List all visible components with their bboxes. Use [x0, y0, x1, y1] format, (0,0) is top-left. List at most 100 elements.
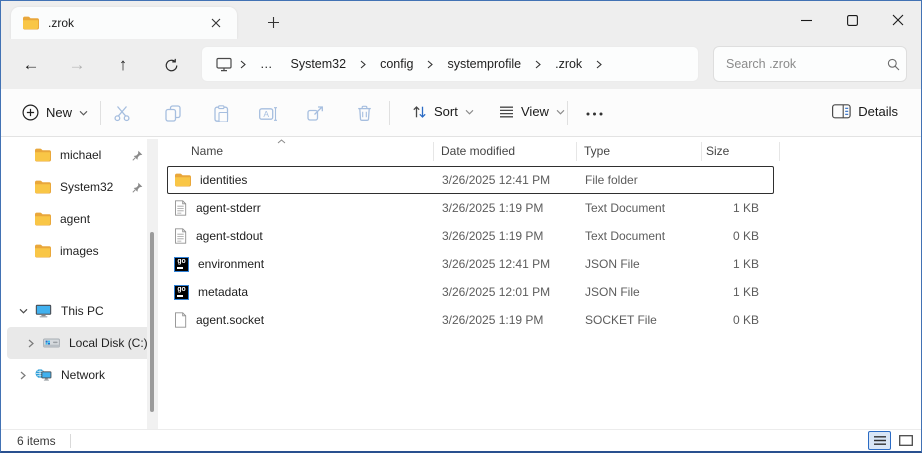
breadcrumb-item-zrok[interactable]: .zrok	[548, 54, 589, 74]
sidebar-item-label: images	[60, 244, 157, 258]
copy-icon[interactable]	[162, 103, 184, 124]
sidebar-item-michael[interactable]: michael	[7, 139, 157, 171]
up-icon[interactable]: ↑	[107, 52, 139, 78]
minimize-icon[interactable]	[783, 1, 829, 39]
sidebar-item-this-pc[interactable]: This PC	[7, 295, 157, 327]
file-type: JSON File	[577, 257, 702, 271]
column-divider[interactable]	[779, 142, 780, 161]
close-icon[interactable]	[875, 1, 921, 39]
new-tab-icon[interactable]	[259, 9, 287, 35]
sidebar-item-system32[interactable]: System32	[7, 171, 157, 203]
sidebar-scrollbar-track[interactable]	[147, 139, 158, 429]
explorer-body: michael System32 agent images	[1, 138, 921, 430]
breadcrumb-item-config[interactable]: config	[373, 54, 420, 74]
search-input[interactable]	[726, 57, 887, 71]
new-button-label: New	[46, 105, 72, 120]
breadcrumb-item-systemprofile[interactable]: systemprofile	[440, 54, 528, 74]
tab-close-icon[interactable]	[205, 12, 227, 34]
folder-icon	[174, 173, 191, 187]
pin-icon	[132, 182, 143, 193]
sort-ascending-indicator	[277, 139, 286, 144]
column-header-type[interactable]: Type	[584, 144, 610, 158]
file-name: agent.socket	[196, 313, 264, 327]
file-date-modified: 3/26/2025 1:19 PM	[434, 313, 577, 327]
breadcrumb-item-system32[interactable]: System32	[284, 54, 354, 74]
sidebar-item-label: michael	[60, 148, 132, 162]
cut-icon[interactable]	[111, 103, 133, 124]
search-icon[interactable]	[887, 58, 900, 71]
navigation-bar: ← → ↑ … System32 config systemprofile .z…	[1, 39, 921, 89]
network-icon	[35, 368, 52, 382]
file-row-agent-socket[interactable]: agent.socket 3/26/2025 1:19 PM SOCKET Fi…	[167, 306, 774, 334]
forward-icon[interactable]: →	[61, 52, 93, 78]
file-type: Text Document	[577, 201, 702, 215]
toolbar-divider	[100, 101, 101, 125]
large-icons-view-icon[interactable]	[894, 431, 917, 450]
explorer-tab[interactable]: .zrok	[11, 7, 237, 39]
this-pc-icon[interactable]	[216, 57, 233, 72]
chevron-down-icon	[465, 109, 474, 115]
chevron-down-icon[interactable]	[15, 308, 31, 314]
chevron-right-icon[interactable]	[23, 339, 39, 348]
column-divider[interactable]	[433, 142, 434, 161]
breadcrumb-collapsed[interactable]: …	[253, 54, 280, 74]
sidebar-item-agent[interactable]: agent	[7, 203, 157, 235]
toolbar-divider	[389, 101, 390, 125]
sidebar-scrollbar-thumb[interactable]	[150, 232, 154, 412]
sidebar-item-network[interactable]: Network	[7, 359, 157, 391]
file-explorer-window: .zrok ← → ↑	[0, 0, 922, 453]
sidebar-item-label: System32	[60, 180, 132, 194]
column-divider[interactable]	[701, 142, 702, 161]
breadcrumb-chevron-icon	[237, 60, 249, 69]
folder-icon	[22, 16, 39, 30]
refresh-icon[interactable]	[155, 52, 187, 78]
more-icon[interactable]	[579, 103, 609, 124]
view-button[interactable]: View	[490, 98, 574, 125]
go-badge-text: go	[177, 259, 185, 266]
file-size: 0 KB	[702, 313, 767, 327]
sort-button[interactable]: Sort	[403, 98, 483, 125]
details-view-icon[interactable]	[868, 431, 891, 450]
toolbar-divider	[567, 101, 568, 125]
column-header-name[interactable]: Name	[191, 144, 223, 158]
go-badge-cursor	[177, 295, 183, 297]
rename-icon[interactable]: A	[257, 103, 279, 124]
maximize-icon[interactable]	[829, 1, 875, 39]
file-row-agent-stdout[interactable]: agent-stdout 3/26/2025 1:19 PM Text Docu…	[167, 222, 774, 250]
column-header-size[interactable]: Size	[706, 144, 729, 158]
file-row-agent-stderr[interactable]: agent-stderr 3/26/2025 1:19 PM Text Docu…	[167, 194, 774, 222]
file-size: 1 KB	[702, 201, 767, 215]
file-row-environment[interactable]: go environment 3/26/2025 12:41 PM JSON F…	[167, 250, 774, 278]
go-badge-cursor	[177, 267, 183, 269]
breadcrumb-chevron-icon	[532, 60, 544, 69]
text-document-icon	[174, 200, 187, 216]
chevron-down-icon	[79, 110, 88, 116]
delete-icon[interactable]	[353, 103, 375, 124]
sidebar-item-local-disk-c[interactable]: Local Disk (C:)	[7, 327, 157, 359]
folder-icon	[34, 244, 51, 258]
back-icon[interactable]: ←	[15, 52, 47, 78]
details-pane-label: Details	[858, 104, 898, 119]
go-json-icon: go	[174, 257, 189, 272]
file-row-identities[interactable]: identities 3/26/2025 12:41 PM File folde…	[167, 166, 774, 194]
paste-icon[interactable]	[210, 103, 232, 124]
column-divider[interactable]	[576, 142, 577, 161]
view-button-label: View	[521, 104, 549, 119]
new-button[interactable]: New	[13, 98, 97, 127]
file-size: 1 KB	[702, 285, 767, 299]
column-header-date-modified[interactable]: Date modified	[441, 144, 515, 158]
sidebar-item-label: Local Disk (C:)	[69, 336, 157, 350]
sidebar-item-images[interactable]: images	[7, 235, 157, 267]
file-date-modified: 3/26/2025 12:01 PM	[434, 285, 577, 299]
details-pane-button[interactable]: Details	[823, 98, 907, 125]
command-toolbar: New A Sort	[1, 89, 921, 137]
chevron-right-icon[interactable]	[15, 371, 31, 380]
file-date-modified: 3/26/2025 12:41 PM	[434, 257, 577, 271]
file-type: Text Document	[577, 229, 702, 243]
file-name: environment	[198, 257, 264, 271]
file-name: agent-stdout	[196, 229, 263, 243]
file-row-metadata[interactable]: go metadata 3/26/2025 12:01 PM JSON File…	[167, 278, 774, 306]
share-icon[interactable]	[304, 103, 326, 124]
sort-button-label: Sort	[434, 104, 458, 119]
text-document-icon	[174, 228, 187, 244]
